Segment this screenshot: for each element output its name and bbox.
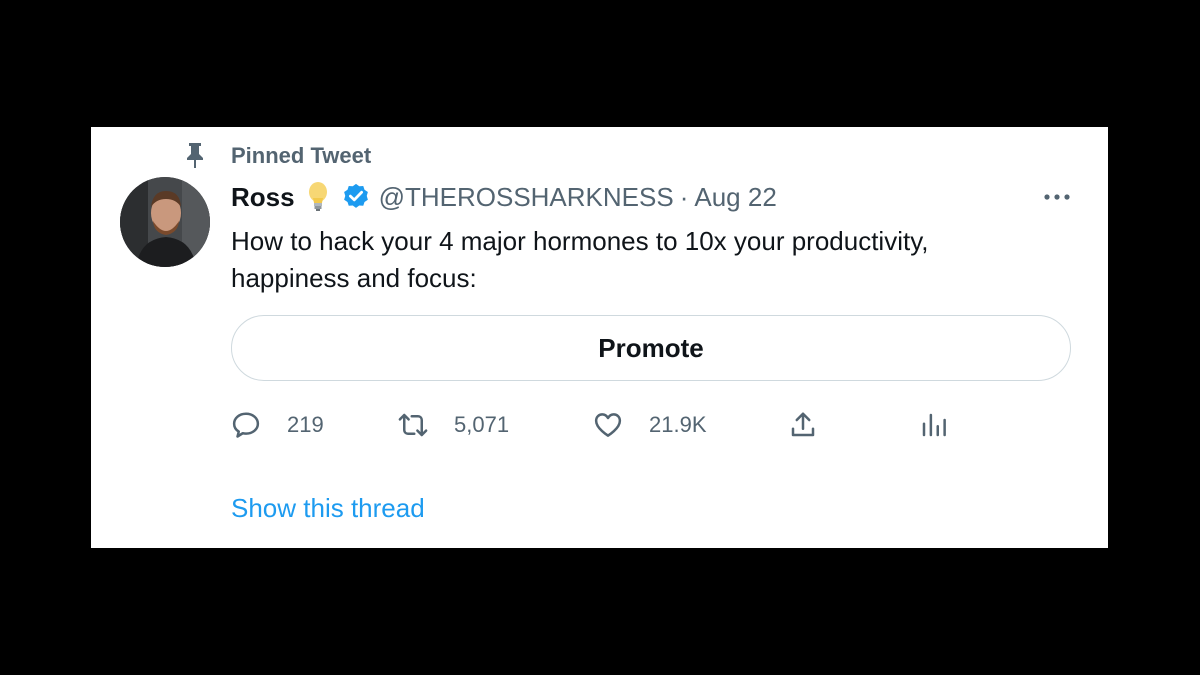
verified-badge-icon <box>343 183 368 208</box>
lightbulb-icon <box>308 182 327 211</box>
share-action[interactable] <box>788 407 818 443</box>
tweet-header: Ross @THEROSSHARKNESS · Aug 22 <box>231 179 777 215</box>
show-thread-link[interactable]: Show this thread <box>231 493 425 524</box>
reply-icon <box>232 412 260 438</box>
tweet-text: How to hack your 4 major hormones to 10x… <box>231 226 929 293</box>
tweet-actions: 219 5,071 21.9K <box>91 407 1108 443</box>
analytics-icon <box>922 413 946 437</box>
analytics-action[interactable] <box>919 407 949 443</box>
retweet-count: 5,071 <box>454 412 510 437</box>
promote-button[interactable]: Promote <box>231 315 1071 381</box>
share-icon <box>791 412 815 437</box>
pin-icon <box>187 143 203 168</box>
more-options-icon[interactable] <box>1041 187 1073 207</box>
tweet-date[interactable]: Aug 22 <box>694 182 776 213</box>
like-action[interactable]: 21.9K <box>593 407 707 443</box>
reply-count: 219 <box>287 412 324 437</box>
reply-action[interactable]: 219 <box>231 407 324 443</box>
retweet-action[interactable]: 5,071 <box>398 407 509 443</box>
avatar[interactable] <box>120 177 210 267</box>
author-handle[interactable]: @THEROSSHARKNESS <box>379 182 674 213</box>
author-name[interactable]: Ross <box>231 182 295 213</box>
like-count: 21.9K <box>649 412 707 437</box>
pinned-tweet-label: Pinned Tweet <box>231 143 372 168</box>
heart-icon <box>594 413 622 437</box>
retweet-icon <box>398 413 428 437</box>
avatar-photo <box>120 177 210 267</box>
separator-dot: · <box>679 181 689 212</box>
tweet-card[interactable]: Pinned Tweet Ross @THEROSSHARKNESS · Aug… <box>91 127 1108 548</box>
